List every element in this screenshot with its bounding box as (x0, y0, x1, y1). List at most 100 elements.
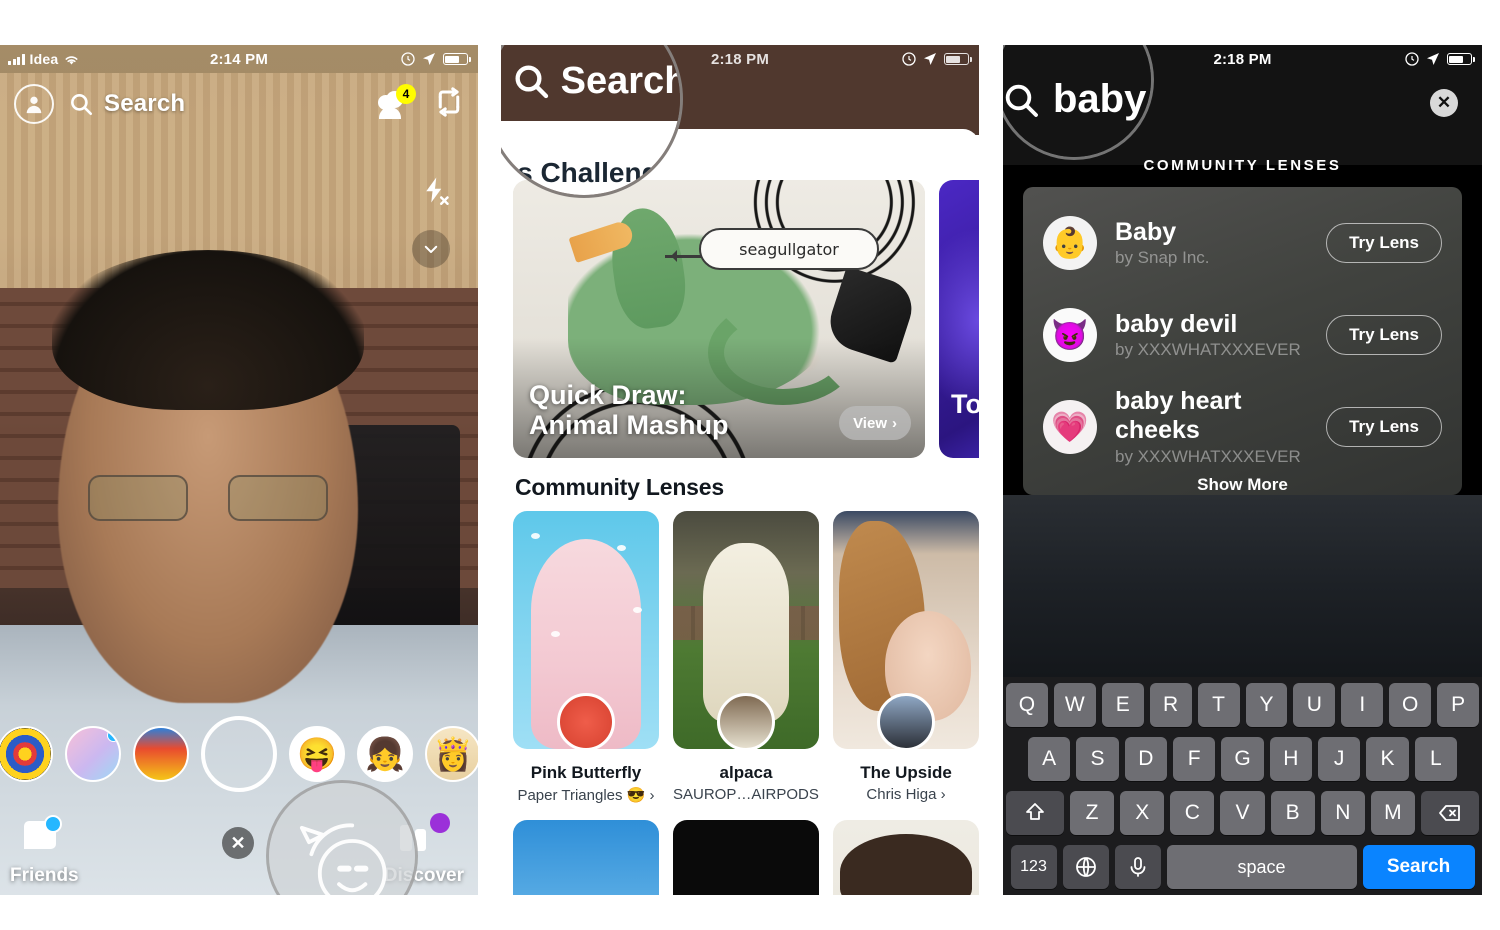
lens-name: alpaca (719, 763, 773, 782)
screenshot-root: Idea 2:14 PM Search 4 😝 👧 👸 Friends Disc… (0, 0, 1500, 930)
key-l[interactable]: L (1414, 737, 1457, 781)
lens-name: The Upside (860, 763, 952, 782)
key-c[interactable]: C (1170, 791, 1215, 835)
lens-card[interactable] (833, 820, 979, 895)
lens-card[interactable]: alpaca SAUROP…AIRPODS › (673, 511, 819, 804)
pink-heart-icon: 💗 (1043, 400, 1097, 454)
key-k[interactable]: K (1366, 737, 1409, 781)
onscreen-keyboard: Q W E R T Y U I O P A S D F G H J K L Z … (1003, 677, 1482, 895)
key-g[interactable]: G (1221, 737, 1264, 781)
friends-tab-label[interactable]: Friends (10, 865, 79, 887)
friends-badge-count: 4 (396, 84, 416, 104)
avatar (557, 693, 615, 749)
featured-card-quickdraw[interactable]: seagullgator Quick Draw: Animal Mashup V… (513, 180, 925, 458)
search-button[interactable]: Search (68, 90, 185, 118)
camera-top-actions: 4 (378, 84, 464, 122)
try-lens-button[interactable]: Try Lens (1326, 407, 1442, 447)
status-right (320, 52, 478, 66)
subject-hair (52, 250, 364, 410)
more-options-button[interactable] (412, 230, 450, 268)
phone-panel-camera: Idea 2:14 PM Search 4 😝 👧 👸 Friends Disc… (0, 45, 478, 895)
location-arrow-icon (422, 53, 435, 65)
key-m[interactable]: M (1370, 791, 1415, 835)
lens-name: baby devil (1115, 309, 1238, 338)
community-lens-grid-row2: ED SHEERAN (513, 820, 979, 895)
key-h[interactable]: H (1269, 737, 1312, 781)
microphone-icon (1130, 857, 1145, 877)
keyboard-row-1: Q W E R T Y U I O P (1005, 683, 1480, 727)
numbers-key[interactable]: 123 (1010, 845, 1057, 889)
key-p[interactable]: P (1437, 683, 1480, 727)
chevron-right-icon: › (892, 414, 897, 432)
flip-camera-button[interactable] (434, 86, 464, 122)
magnified-search-icon (1005, 84, 1038, 117)
lens-author: by Snap Inc. (1115, 248, 1210, 268)
backspace-key[interactable] (1420, 791, 1479, 835)
lens-card[interactable]: ED SHEERAN (673, 820, 819, 895)
shutter-button[interactable] (201, 716, 277, 792)
flash-button[interactable] (420, 175, 450, 210)
show-more-button[interactable]: Show More (1023, 475, 1462, 495)
friends-body (379, 107, 401, 119)
key-t[interactable]: T (1197, 683, 1240, 727)
globe-icon (1075, 857, 1096, 877)
key-y[interactable]: Y (1245, 683, 1288, 727)
lens-card[interactable]: Pink Butterfly Paper Triangles 😎 › (513, 511, 659, 804)
key-d[interactable]: D (1124, 737, 1167, 781)
battery-icon (1446, 53, 1475, 65)
key-f[interactable]: F (1173, 737, 1216, 781)
lens-thumb-blonde-doll[interactable]: 👧 (357, 726, 413, 782)
key-i[interactable]: I (1341, 683, 1384, 727)
lens-thumb-target[interactable] (0, 726, 53, 782)
discover-badge-dot (430, 813, 450, 833)
lens-thumb-rainbow-tongue[interactable]: 😝 (289, 726, 345, 782)
key-z[interactable]: Z (1070, 791, 1115, 835)
lens-thumb-food[interactable] (133, 726, 189, 782)
space-key[interactable]: space (1166, 845, 1357, 889)
key-u[interactable]: U (1293, 683, 1336, 727)
list-item[interactable]: 👶 Baby by Snap Inc. Try Lens (1023, 197, 1462, 289)
search-key[interactable]: Search (1362, 845, 1475, 889)
clear-search-button[interactable]: ✕ (1430, 89, 1458, 117)
key-x[interactable]: X (1120, 791, 1165, 835)
key-v[interactable]: V (1220, 791, 1265, 835)
key-a[interactable]: A (1028, 737, 1071, 781)
list-item[interactable]: 😈 baby devil by XXXWHATXXXEVER Try Lens (1023, 289, 1462, 381)
camera-backdrop (1003, 495, 1482, 677)
lens-preview (833, 820, 979, 895)
featured-card-secondary[interactable]: To (939, 180, 979, 458)
globe-key[interactable] (1062, 845, 1109, 889)
key-j[interactable]: J (1317, 737, 1361, 781)
lens-thumb-crown[interactable]: 👸 (425, 726, 478, 782)
key-q[interactable]: Q (1005, 683, 1048, 727)
lens-thumb-vs-pig[interactable] (65, 726, 121, 782)
key-e[interactable]: E (1101, 683, 1144, 727)
lens-preview (833, 511, 979, 749)
list-item[interactable]: 💗 baby heart cheeks by XXXWHATXXXEVER Tr… (1023, 381, 1462, 473)
avatar[interactable] (14, 84, 54, 124)
key-r[interactable]: R (1149, 683, 1192, 727)
baby-face-icon: 👶 (1043, 216, 1097, 270)
shift-key[interactable] (1006, 791, 1064, 835)
key-s[interactable]: S (1076, 737, 1119, 781)
avatar-icon (26, 96, 42, 114)
key-w[interactable]: W (1053, 683, 1096, 727)
location-arrow-icon (923, 53, 936, 65)
dictation-key[interactable] (1114, 845, 1161, 889)
crown-icon: 👸 (433, 736, 473, 772)
try-lens-button[interactable]: Try Lens (1326, 315, 1442, 355)
lens-card[interactable] (513, 820, 659, 895)
lens-card[interactable]: The Upside Chris Higa › (833, 511, 979, 804)
friends-button[interactable]: 4 (378, 84, 416, 119)
view-button[interactable]: View › (839, 406, 911, 440)
try-lens-button[interactable]: Try Lens (1326, 223, 1442, 263)
close-lens-button[interactable]: ✕ (222, 827, 254, 859)
result-text: baby devil by XXXWHATXXXEVER (1115, 310, 1326, 361)
lens-carousel[interactable]: 😝 👧 👸 (0, 716, 478, 792)
blonde-doll-icon: 👧 (365, 736, 405, 772)
avatar (717, 693, 775, 749)
key-b[interactable]: B (1270, 791, 1315, 835)
phone-panel-discover: Idea 2:18 PM ‹ Search ns Challeng (501, 45, 979, 895)
key-n[interactable]: N (1320, 791, 1365, 835)
key-o[interactable]: O (1389, 683, 1432, 727)
